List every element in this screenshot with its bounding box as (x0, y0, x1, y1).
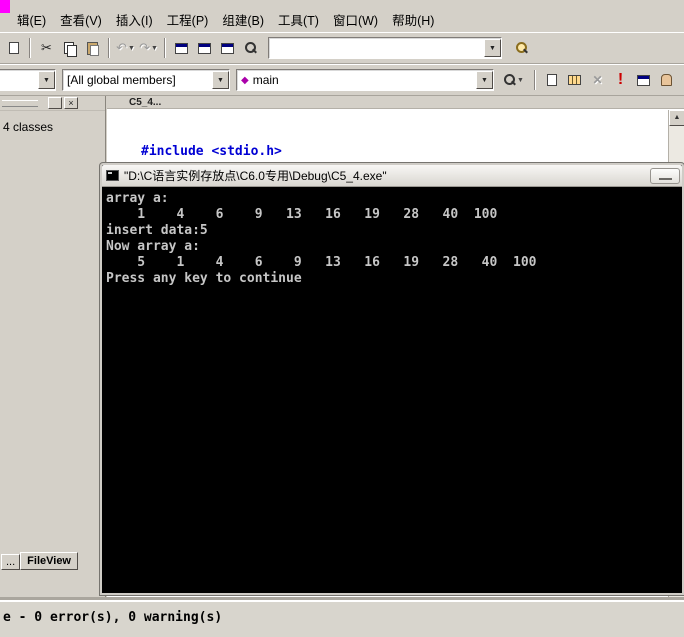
toolbar-separator (164, 38, 166, 58)
menu-build[interactable]: 组建(B) (215, 7, 271, 32)
menu-bar: 辑(E) 查看(V) 插入(I) 工程(P) 组建(B) 工具(T) 窗口(W)… (0, 6, 684, 32)
combo-dropdown-button[interactable]: ▼ (38, 71, 55, 89)
find-in-files-icon[interactable] (510, 37, 533, 59)
build-result-text: e - 0 error(s), 0 warning(s) (3, 610, 222, 625)
toolbar-separator (534, 70, 536, 90)
console-line: insert data:5 (106, 223, 682, 239)
close-workspace-button[interactable]: × (64, 97, 78, 109)
compile-icon[interactable] (540, 69, 563, 91)
document-glyph (9, 42, 19, 54)
magnifier-glyph (245, 42, 257, 54)
clipboard-glyph (87, 42, 98, 55)
console-titlebar[interactable]: "D:\C语言实例存放点\C6.0专用\Debug\C5_4.exe" (102, 165, 682, 187)
copy-glyph (64, 42, 76, 55)
function-combo[interactable]: ◆ main ▼ (236, 69, 494, 91)
menu-tools[interactable]: 工具(T) (271, 7, 326, 32)
wizard-actions-button[interactable]: ▼ (498, 69, 530, 91)
insert-breakpoint-icon[interactable] (655, 69, 678, 91)
menu-window[interactable]: 窗口(W) (326, 7, 385, 32)
menu-edit[interactable]: 辑(E) (10, 7, 53, 32)
members-combo[interactable]: [All global members] ▼ (62, 69, 230, 91)
minimize-button[interactable] (650, 168, 680, 184)
build-output-pane: e - 0 error(s), 0 warning(s) (0, 600, 684, 637)
bricks-glyph (568, 75, 581, 85)
menu-insert[interactable]: 插入(I) (109, 7, 160, 32)
stop-build-icon[interactable]: ✕ (586, 69, 609, 91)
combo-dropdown-button[interactable]: ▼ (212, 71, 229, 89)
tab-classview[interactable]: ... (1, 554, 20, 570)
undo-icon[interactable]: ↶▼ (114, 37, 137, 59)
workspace-tabs: ... FileView (0, 552, 78, 570)
menu-project[interactable]: 工程(P) (160, 7, 216, 32)
hand-glyph (661, 74, 672, 86)
magnifier-glyph (516, 42, 528, 54)
redo-icon[interactable]: ↷▼ (137, 37, 160, 59)
console-window[interactable]: "D:\C语言实例存放点\C6.0专用\Debug\C5_4.exe" arra… (100, 163, 684, 595)
wizard-bar: ▼ [All global members] ▼ ◆ main ▼ ▼ ✕ ! (0, 64, 684, 96)
magnifier-glyph (504, 74, 516, 86)
copy-icon[interactable] (58, 37, 81, 59)
output-window-icon[interactable] (193, 37, 216, 59)
dropdown-arrow-icon: ▼ (128, 45, 135, 52)
pin-workspace-button[interactable] (48, 97, 62, 109)
window-glyph (221, 43, 234, 54)
document-title: C5_4... (107, 96, 684, 109)
go-debug-icon[interactable] (632, 69, 655, 91)
console-line: array a: (106, 191, 682, 207)
tab-fileview[interactable]: FileView (20, 552, 78, 570)
execute-program-icon[interactable]: ! (609, 69, 632, 91)
paste-icon[interactable] (81, 37, 104, 59)
toolbar-separator (108, 38, 110, 58)
find-icon[interactable] (239, 37, 262, 59)
class-combo[interactable]: ▼ (0, 69, 56, 91)
vc6-ide-window: 辑(E) 查看(V) 插入(I) 工程(P) 组建(B) 工具(T) 窗口(W)… (0, 0, 684, 637)
new-file-icon[interactable] (2, 37, 25, 59)
clipped-screen-artifact (0, 0, 10, 13)
console-title: "D:\C语言实例存放点\C6.0专用\Debug\C5_4.exe" (124, 167, 387, 184)
members-combo-value: [All global members] (67, 73, 176, 87)
console-line: Now array a: (106, 239, 682, 255)
console-line: Press any key to continue (106, 271, 682, 287)
scroll-up-icon[interactable]: ▲ (669, 110, 684, 126)
function-diamond-icon: ◆ (241, 75, 249, 86)
build-icon[interactable] (563, 69, 586, 91)
toolbar-separator (29, 38, 31, 58)
dropdown-arrow-icon: ▼ (151, 45, 158, 52)
document-glyph (547, 74, 557, 86)
combo-dropdown-button[interactable]: ▼ (484, 39, 501, 57)
function-combo-value: main (253, 73, 279, 87)
exclamation-glyph: ! (618, 72, 623, 88)
workspace-panel: × 4 classes ... FileView (0, 96, 106, 600)
find-combo[interactable]: ▼ (268, 37, 502, 59)
console-output: array a: 1 4 6 9 13 16 19 28 40 100 inse… (102, 188, 682, 593)
classes-tree-root[interactable]: 4 classes (0, 120, 105, 134)
dock-gripper[interactable] (2, 100, 38, 107)
window-glyph (637, 75, 650, 86)
cut-icon[interactable]: ✂ (35, 37, 58, 59)
combo-dropdown-button[interactable]: ▼ (476, 71, 493, 89)
dropdown-arrow-icon: ▼ (517, 77, 524, 84)
window-glyph (175, 43, 188, 54)
workspace-header: × (0, 96, 105, 111)
console-app-icon (106, 170, 119, 181)
standard-toolbar: ✂ ↶▼ ↷▼ ▼ (0, 32, 684, 64)
workspace-window-icon[interactable] (170, 37, 193, 59)
window-list-icon[interactable] (216, 37, 239, 59)
console-line: 5 1 4 6 9 13 16 19 28 40 100 (106, 255, 682, 271)
x-glyph: ✕ (592, 73, 602, 87)
console-line: 1 4 6 9 13 16 19 28 40 100 (106, 207, 682, 223)
code-line: #include <stdio.h> (141, 144, 684, 160)
window-glyph (198, 43, 211, 54)
menu-help[interactable]: 帮助(H) (385, 7, 441, 32)
menu-view[interactable]: 查看(V) (53, 7, 109, 32)
